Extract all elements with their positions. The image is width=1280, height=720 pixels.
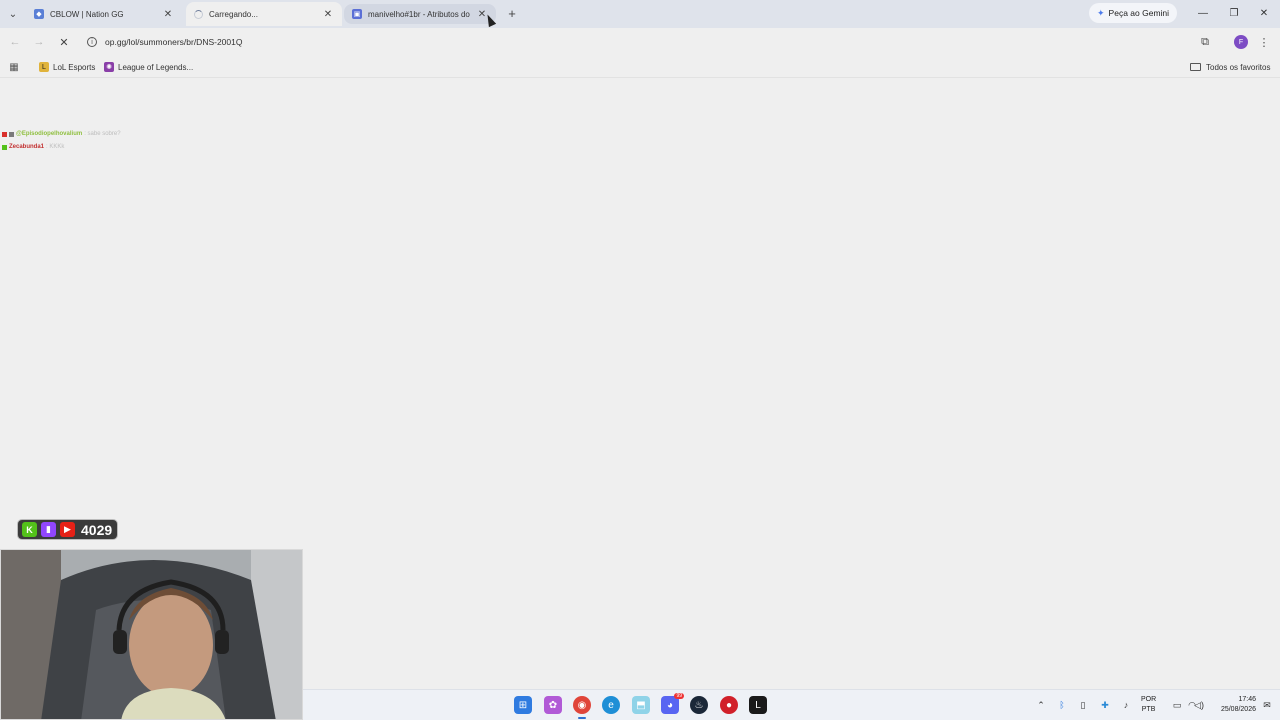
- edge-icon[interactable]: e: [602, 696, 620, 714]
- volume-icon[interactable]: ◁): [1192, 698, 1206, 712]
- network-tray-icon[interactable]: ✚: [1098, 698, 1112, 712]
- league-of-legends-icon: ✺: [104, 62, 114, 72]
- loading-spinner-icon: [194, 9, 203, 19]
- all-favorites-label: Todos os favoritos: [1206, 62, 1271, 72]
- stop-loading-icon[interactable]: ✕: [56, 34, 72, 50]
- profile-avatar[interactable]: F: [1234, 35, 1248, 49]
- tray-chevron-up-icon[interactable]: ⌃: [1034, 698, 1048, 712]
- twitch-icon: ▮: [41, 522, 56, 537]
- copilot-icon[interactable]: ✿: [544, 696, 562, 714]
- restore-icon[interactable]: ❐: [1222, 4, 1246, 22]
- bookmarks-bar: ▦ L LoL Esports ✺ League of Legends... T…: [0, 56, 1280, 78]
- monitor-icon[interactable]: ▭: [1170, 698, 1184, 712]
- chat-line: Zecabunda1 : KKKk: [2, 141, 121, 154]
- lol-esports-icon: L: [39, 62, 49, 72]
- stream-chat-overlay: @Episodiopelhovalium : sabe sobre? Zecab…: [2, 128, 121, 154]
- bluetooth-icon[interactable]: ᛒ: [1055, 698, 1069, 712]
- tab-title: Carregando...: [209, 9, 258, 19]
- close-icon[interactable]: ✕: [322, 8, 334, 20]
- youtube-badge-icon: [2, 132, 7, 137]
- opgg-favicon-icon: ▣: [352, 9, 362, 19]
- minimize-icon[interactable]: —: [1191, 4, 1215, 22]
- chat-username: Zecabunda1: [9, 144, 45, 150]
- extensions-puzzle-icon[interactable]: ⧉: [1198, 35, 1212, 49]
- new-tab-plus-icon[interactable]: +: [505, 6, 519, 21]
- tab-title: manivelho#1br - Atributos do: [368, 9, 470, 19]
- language-indicator[interactable]: POR PTB: [1141, 695, 1156, 715]
- steam-icon[interactable]: ♨: [690, 696, 708, 714]
- chat-message: : sabe sobre?: [84, 131, 121, 137]
- app-red-icon[interactable]: ●: [720, 696, 738, 714]
- language-top: POR: [1141, 696, 1157, 703]
- bookmark-league-of-legends[interactable]: ✺ League of Legends...: [104, 59, 193, 75]
- usb-device-icon[interactable]: ▯: [1076, 698, 1090, 712]
- system-clock[interactable]: 17:46 25/08/2026: [1206, 695, 1256, 715]
- chrome-icon[interactable]: ◉: [573, 696, 591, 714]
- kebab-menu-icon[interactable]: ⋮: [1259, 35, 1270, 49]
- close-window-icon[interactable]: ✕: [1252, 4, 1276, 22]
- kick-icon: K: [22, 522, 37, 537]
- tab-title: CBLOW | Nation GG: [50, 9, 124, 19]
- back-arrow-icon[interactable]: ←: [7, 34, 23, 50]
- viewer-count: 4029: [81, 521, 113, 538]
- language-bottom: PTB: [1141, 706, 1156, 713]
- clock-date: 25/08/2026: [1220, 706, 1256, 713]
- notification-bell-icon[interactable]: ✉: [1260, 698, 1274, 712]
- store-icon[interactable]: ⬒: [632, 696, 650, 714]
- discord-notification-badge: 99: [674, 693, 684, 699]
- gemini-button[interactable]: ✦ Peça ao Gemini: [1089, 3, 1178, 23]
- windows-taskbar: ⊞ ✿ ◉ e ⬒ ◕ 99 ♨ ● L ⌃ ᛒ ▯ ✚ ♪ POR PTB ▭…: [303, 689, 1280, 720]
- tab-loading[interactable]: Carregando... ✕: [186, 2, 342, 26]
- microphone-icon[interactable]: ♪: [1119, 698, 1133, 712]
- bookmark-label: League of Legends...: [118, 62, 194, 72]
- close-icon[interactable]: ✕: [162, 8, 174, 20]
- chat-message: : KKKk: [46, 144, 65, 150]
- tab-search-chevron-icon[interactable]: ⌄: [4, 6, 22, 22]
- forward-arrow-icon[interactable]: →: [31, 34, 47, 50]
- all-favorites-folder[interactable]: Todos os favoritos: [1190, 59, 1270, 75]
- bookmark-label: LoL Esports: [53, 62, 96, 72]
- wrench-badge-icon: [9, 132, 14, 137]
- league-client-icon[interactable]: L: [749, 696, 767, 714]
- address-bar[interactable]: i op.gg/lol/summoners/br/DNS-2001Q: [80, 31, 1180, 53]
- windows-start-icon[interactable]: ⊞: [514, 696, 532, 714]
- active-app-indicator: [578, 717, 586, 719]
- gemini-label: Peça ao Gemini: [1108, 8, 1170, 18]
- chat-username: @Episodiopelhovalium: [16, 131, 83, 137]
- chat-line: @Episodiopelhovalium : sabe sobre?: [2, 128, 121, 141]
- clock-time: 17:46: [1238, 696, 1256, 703]
- gemini-sparkle-icon: ✦: [1097, 7, 1105, 18]
- site-info-icon[interactable]: i: [87, 37, 97, 47]
- shield-favicon-icon: ◆: [34, 9, 44, 19]
- webcam-image: [1, 550, 302, 719]
- url-text[interactable]: op.gg/lol/summoners/br/DNS-2001Q: [105, 37, 242, 47]
- kick-badge-icon: [2, 145, 7, 150]
- discord-icon[interactable]: ◕ 99: [661, 693, 684, 714]
- apps-grid-icon[interactable]: ▦: [8, 61, 20, 73]
- bookmark-lol-esports[interactable]: L LoL Esports: [39, 59, 95, 75]
- webcam-feed: [0, 549, 303, 720]
- viewer-count-overlay: K ▮ ▶ 4029: [17, 519, 118, 540]
- tab-manivelho[interactable]: ▣ manivelho#1br - Atributos do ✕: [344, 4, 496, 24]
- folder-icon: [1190, 63, 1201, 71]
- youtube-icon: ▶: [60, 522, 75, 537]
- tab-cblow[interactable]: ◆ CBLOW | Nation GG ✕: [26, 2, 182, 26]
- toolbar: ← → ✕ i op.gg/lol/summoners/br/DNS-2001Q…: [0, 28, 1280, 56]
- tab-strip: ⌄ ◆ CBLOW | Nation GG ✕ Carregando... ✕ …: [0, 0, 1280, 28]
